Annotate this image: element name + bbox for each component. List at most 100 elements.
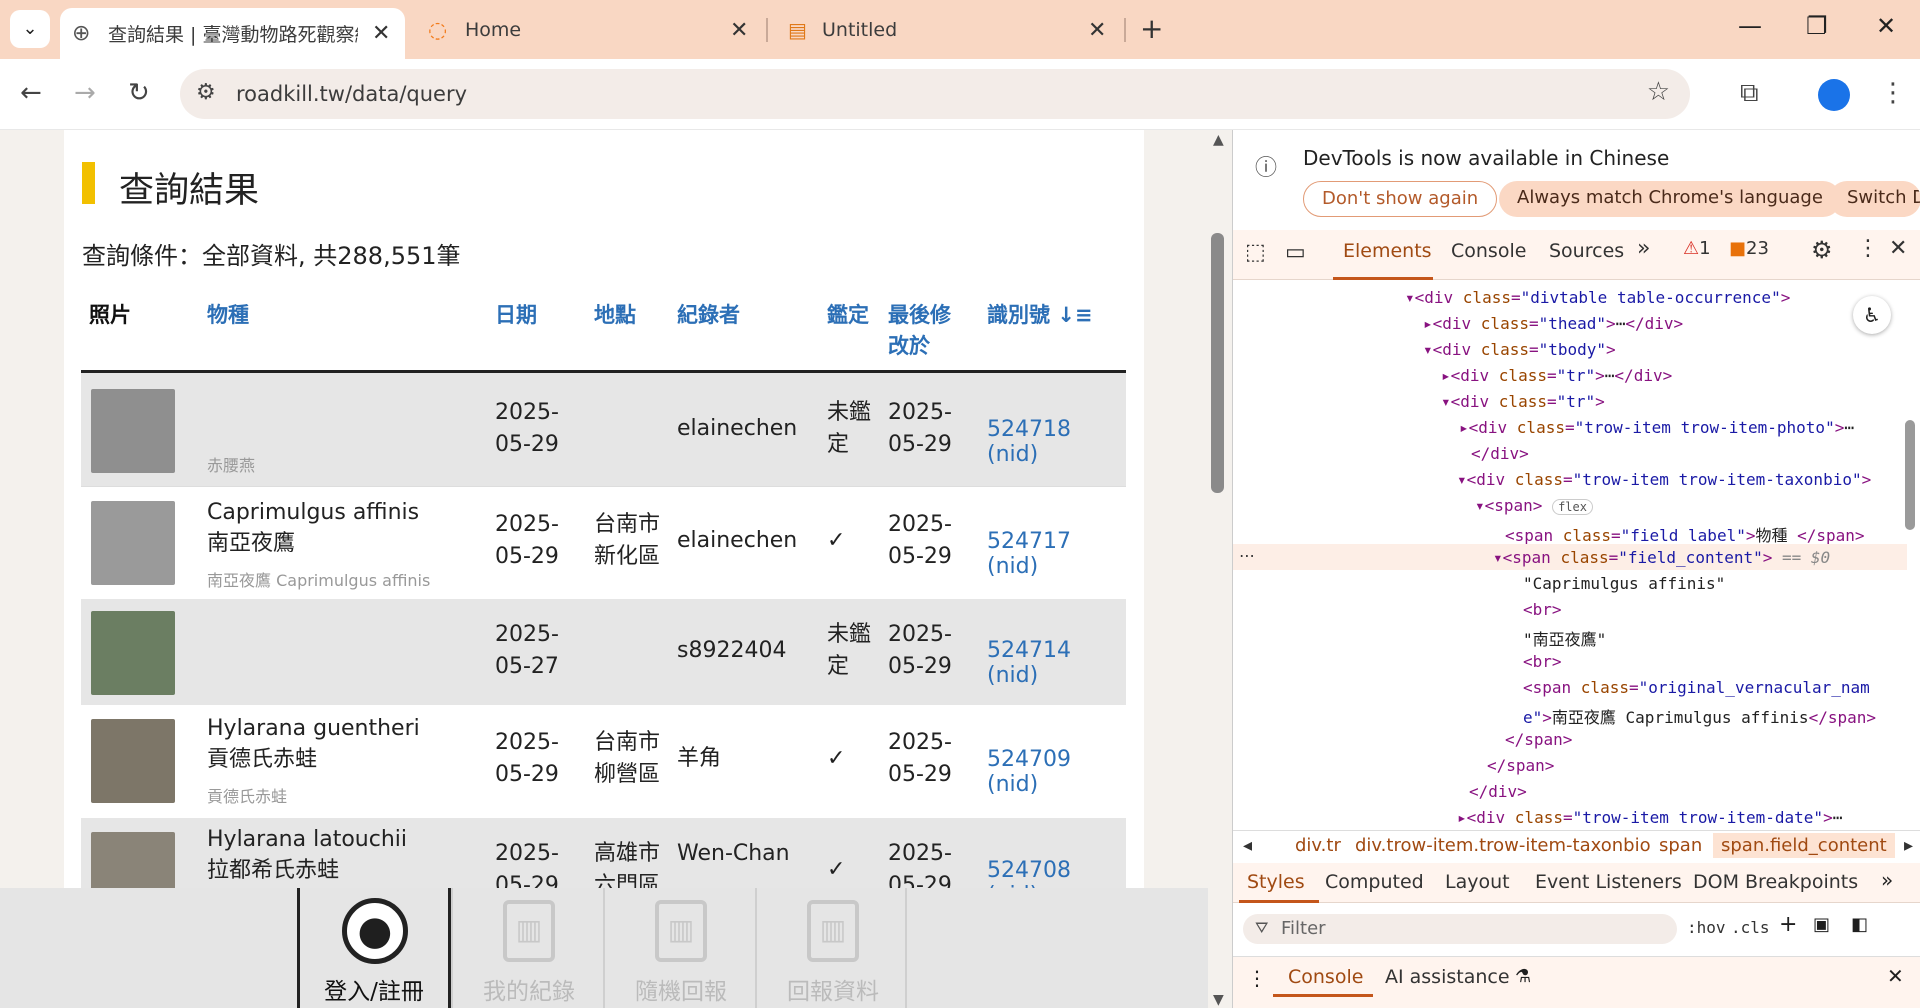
nav-report-data[interactable]: ▥ 回報資料 [755,888,907,1008]
restore-icon[interactable]: ❐ [1806,12,1828,40]
paint-icon[interactable]: ▣ [1813,914,1830,935]
table-row[interactable]: Caprimulgus affinis 南亞夜鷹 南亞夜鷹 Caprimulgu… [81,486,1126,599]
minimize-icon[interactable]: — [1738,12,1762,40]
close-icon[interactable]: ✕ [730,18,748,43]
dom-line[interactable]: </span> [1487,756,1554,775]
table-row[interactable]: Hylarana guentheri 貢德氏赤蛙 貢德氏赤蛙 2025- 05-2… [81,705,1126,818]
dom-line[interactable]: </div> [1469,782,1527,801]
device-toggle-icon[interactable]: ▭ [1285,240,1306,265]
header-verify[interactable]: 鑑定 [827,300,869,331]
scrollbar-thumb[interactable] [1211,233,1224,493]
tab-search-button[interactable]: ⌄ [10,10,50,48]
kebab-menu-icon[interactable]: ⋮ [1857,236,1879,261]
tab-dom-breakpoints[interactable]: DOM Breakpoints [1693,871,1858,893]
hov-toggle[interactable]: :hov [1687,918,1726,937]
dom-text[interactable]: "南亞夜鷹" [1523,626,1606,650]
dom-line[interactable]: </span> [1505,730,1572,749]
back-icon[interactable]: ← [20,78,42,108]
tab-elements[interactable]: Elements [1343,240,1432,262]
nid-link[interactable]: 524714 (nid) [987,638,1126,688]
header-recorder[interactable]: 紀錄者 [677,300,740,331]
switch-language-button[interactable]: Switch D [1829,181,1920,217]
dont-show-again-button[interactable]: Don't show again [1303,181,1498,217]
dom-line[interactable]: <span class="original_vernacular_nam [1523,678,1870,697]
breadcrumb-item[interactable]: div.tr [1295,835,1341,856]
dom-line[interactable]: ▸<div class="thead">⋯</div> [1423,314,1683,333]
reload-icon[interactable]: ↻ [128,78,150,108]
tab-sources[interactable]: Sources [1549,240,1624,262]
tab-styles[interactable]: Styles [1247,871,1305,893]
row-photo[interactable] [91,389,175,473]
close-icon[interactable]: ✕ [372,21,390,46]
dom-line-selected[interactable]: ▾<span class="field_content"> == $0 [1493,548,1830,567]
close-window-icon[interactable]: ✕ [1876,12,1896,40]
nav-login[interactable]: ● 登入/註冊 [297,888,451,1008]
settings-gear-icon[interactable]: ⚙ [1811,236,1833,264]
new-tab-icon[interactable]: + [1140,12,1163,45]
breadcrumb-item-selected[interactable]: span.field_content [1713,833,1895,858]
flex-badge[interactable]: flex [1552,499,1593,515]
tab-layout[interactable]: Layout [1445,871,1510,893]
row-photo[interactable] [91,611,175,695]
table-row[interactable]: 赤腰燕 2025- 05-29 elainechen 未鑑定 2025- 05-29… [81,373,1126,486]
match-language-button[interactable]: Always match Chrome's language [1499,181,1841,217]
nid-link[interactable]: 524717 (nid) [987,529,1126,579]
drawer-tab-console[interactable]: Console [1288,966,1363,988]
dom-line[interactable]: <span class="field_label">物種 </span> [1505,522,1865,546]
dom-line[interactable]: ▾<div class="trow-item trow-item-taxonbi… [1457,470,1871,489]
node-more-icon[interactable]: ⋯ [1239,546,1255,565]
styles-filter-input[interactable]: ⛛ Filter [1243,914,1677,944]
row-photo[interactable] [91,719,175,803]
dom-line[interactable]: <br> [1523,652,1562,671]
accessibility-icon[interactable]: ♿ [1853,296,1891,334]
header-location[interactable]: 地點 [594,300,636,331]
dom-line[interactable]: ▾<div class="tr"> [1441,392,1605,411]
tab-home[interactable]: ◌ Home ✕ [420,7,760,53]
cls-toggle[interactable]: .cls [1731,918,1770,937]
scroll-up-icon[interactable]: ▲ [1213,132,1224,148]
breadcrumb-item[interactable]: div.trow-item.trow-item-taxonbio [1355,835,1651,856]
tab-computed[interactable]: Computed [1325,871,1424,893]
url-text[interactable]: roadkill.tw/data/query [236,82,467,106]
header-nid[interactable]: 識別號 ↓≡ [987,300,1093,331]
menu-icon[interactable]: ⋮ [1880,78,1906,108]
inspect-icon[interactable]: ⬚ [1245,240,1266,265]
bookmark-star-icon[interactable]: ☆ [1647,77,1670,107]
tab-untitled[interactable]: ▤ Untitled ✕ [780,7,1110,53]
profile-avatar[interactable] [1818,79,1850,111]
nid-link[interactable]: 524718 (nid) [987,417,1126,467]
breadcrumb-right-icon[interactable]: ▸ [1904,835,1913,856]
row-photo[interactable] [91,501,175,585]
forward-icon[interactable]: → [74,78,96,108]
dom-line[interactable]: </div> [1471,444,1529,463]
breadcrumb-item[interactable]: span [1659,835,1702,856]
close-devtools-icon[interactable]: ✕ [1889,236,1907,261]
dom-line[interactable]: ▸<div class="tr">⋯</div> [1441,366,1672,385]
site-info-icon[interactable]: ⚙ [196,80,216,105]
dom-scrollbar[interactable] [1905,420,1915,530]
address-bar[interactable]: ⚙ roadkill.tw/data/query ☆ [180,69,1690,119]
dom-line[interactable]: <br> [1523,600,1562,619]
dom-line[interactable]: ▸<div class="trow-item trow-item-date">⋯ [1457,808,1842,827]
drawer-menu-icon[interactable]: ⋮ [1247,966,1267,990]
extensions-icon[interactable]: ⧉ [1740,78,1759,109]
tab-active[interactable]: ⊕ 查詢結果 | 臺灣動物路死觀察網 ✕ [60,8,405,59]
dom-line[interactable]: e">南亞夜鷹 Caprimulgus affinis</span> [1523,704,1876,728]
table-row[interactable]: 2025- 05-27 s8922404 未鑑定 2025- 05-29 52471… [81,599,1126,705]
dom-line[interactable]: ▾<div class="tbody"> [1423,340,1616,359]
drawer-tab-ai-assistance[interactable]: AI assistance [1385,966,1510,988]
warning-icon[interactable]: ⚠1 [1683,238,1711,259]
nid-link[interactable]: 524709 (nid) [987,747,1126,797]
more-tabs-icon[interactable]: » [1637,236,1650,261]
scroll-down-icon[interactable]: ▼ [1213,992,1224,1008]
dom-line[interactable]: ▾<div class="divtable table-occurrence"> [1405,288,1790,307]
close-drawer-icon[interactable]: ✕ [1887,964,1904,988]
nav-random-report[interactable]: ▥ 隨機回報 [603,888,755,1008]
breadcrumb-left-icon[interactable]: ◂ [1243,835,1252,856]
error-icon[interactable]: ■23 [1729,238,1769,259]
nav-my-records[interactable]: ▥ 我的紀錄 [451,888,603,1008]
more-tabs-icon[interactable]: » [1881,868,1893,892]
close-icon[interactable]: ✕ [1088,18,1106,43]
tab-console[interactable]: Console [1451,240,1526,262]
dom-text[interactable]: "Caprimulgus affinis" [1523,574,1725,593]
